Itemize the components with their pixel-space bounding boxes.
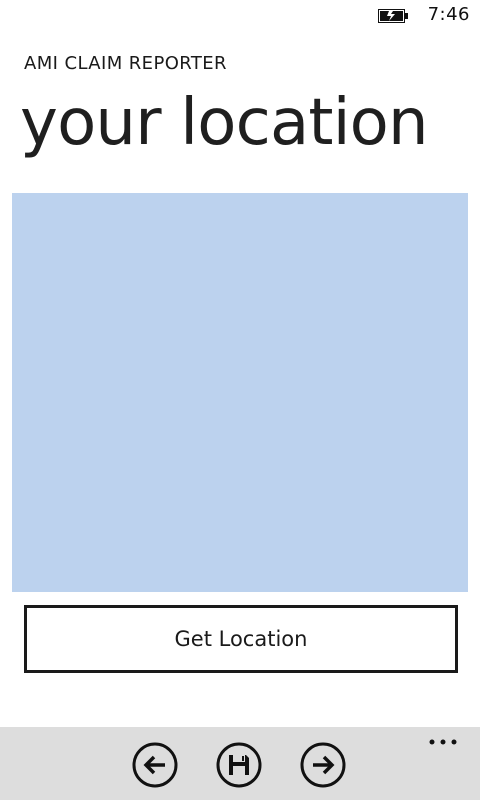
status-time: 7:46 [427,4,470,25]
save-button[interactable] [216,742,262,788]
ellipsis-icon[interactable] [428,737,458,747]
page-title: your location [20,86,429,160]
battery-charging-icon [378,9,408,23]
back-arrow-icon [132,742,178,788]
forward-button[interactable] [300,742,346,788]
back-button[interactable] [132,742,178,788]
get-location-label: Get Location [174,627,308,651]
app-title: AMI CLAIM REPORTER [24,53,227,74]
status-bar: 7:46 [0,0,480,32]
screen: 7:46 AMI CLAIM REPORTER your location Ge… [0,0,480,800]
app-bar [0,727,480,800]
get-location-button[interactable]: Get Location [24,605,458,673]
forward-arrow-icon [300,742,346,788]
save-icon [216,742,262,788]
map-area[interactable] [12,193,468,592]
